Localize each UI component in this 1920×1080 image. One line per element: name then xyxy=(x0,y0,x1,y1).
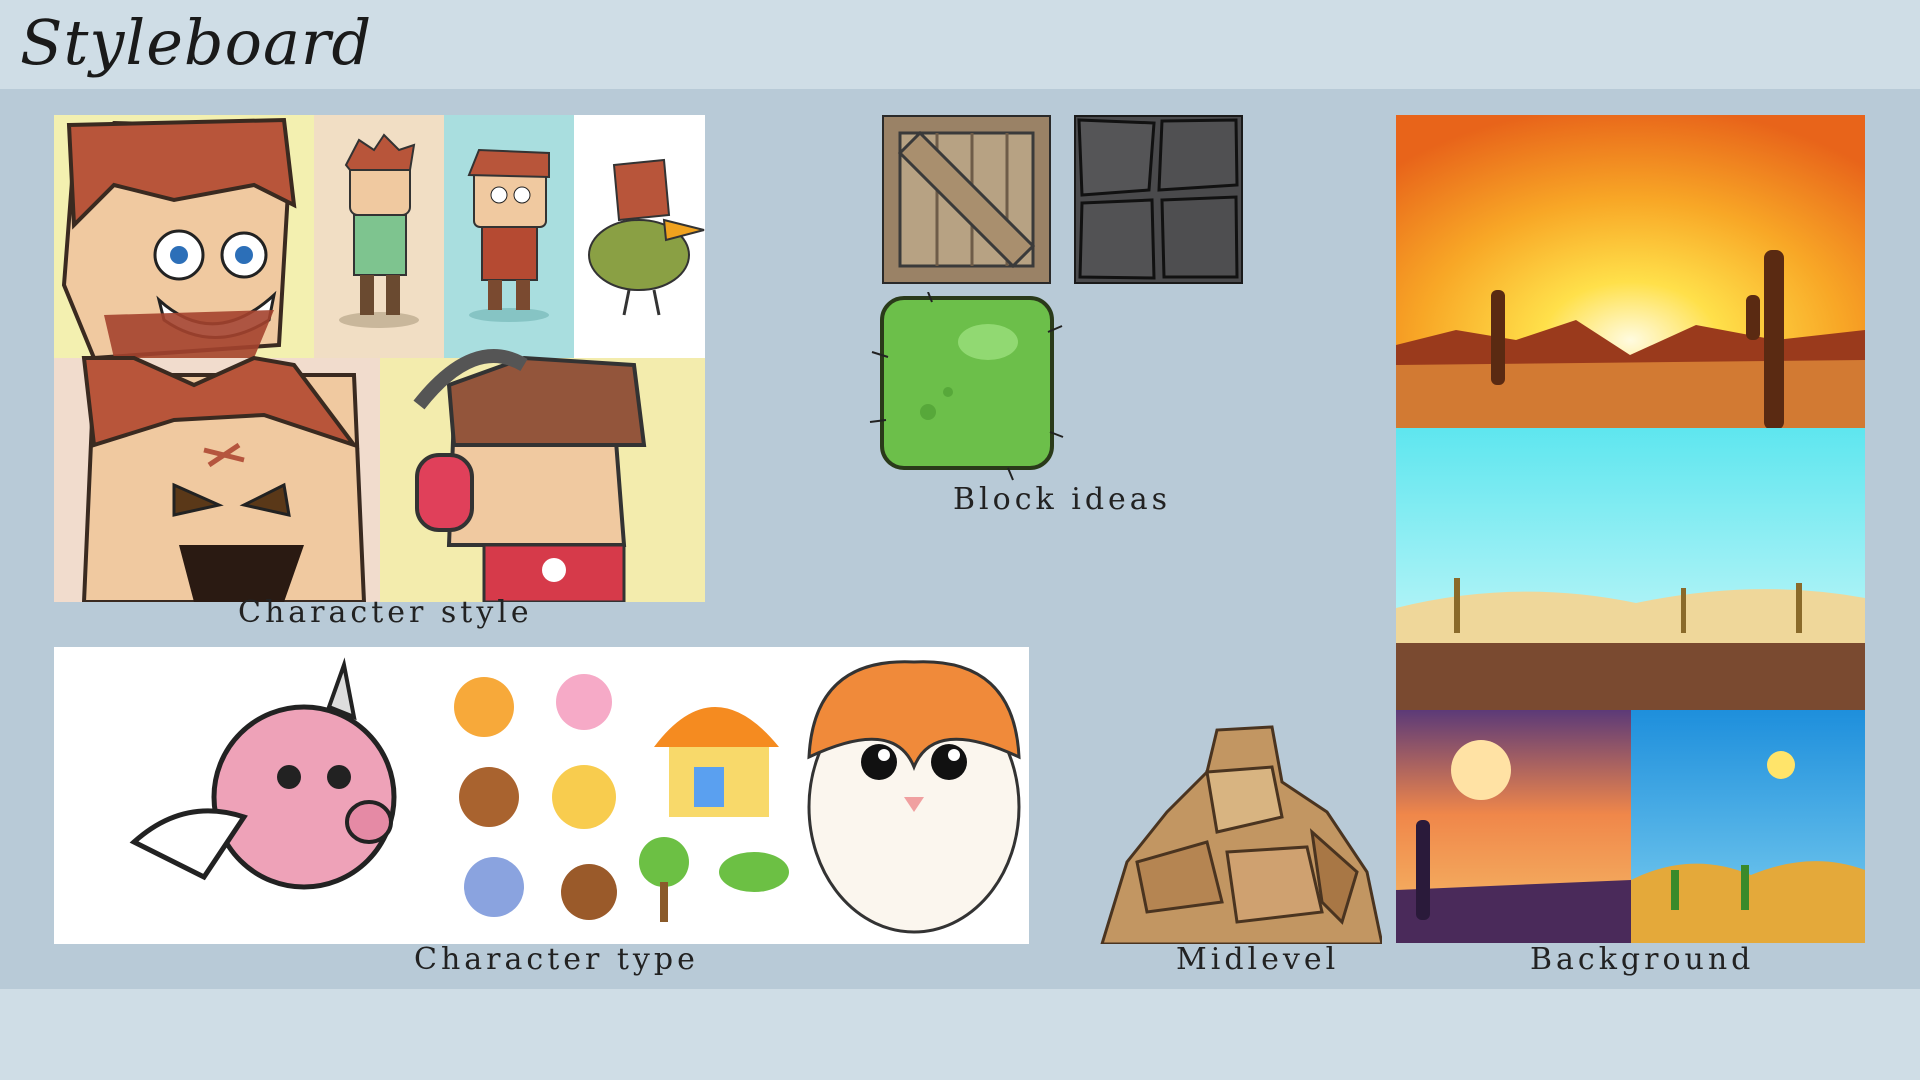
character-style-caption: Character style xyxy=(238,595,533,630)
header-bar: Styleboard xyxy=(0,0,1920,89)
stone-block xyxy=(1074,115,1243,284)
character-type-collage xyxy=(54,647,1029,944)
blue-sky-desert-background xyxy=(1631,710,1865,943)
footer-bar xyxy=(0,989,1920,1080)
character-type-caption: Character type xyxy=(414,942,699,977)
background-caption: Background xyxy=(1530,942,1755,977)
page-title: Styleboard xyxy=(20,6,373,79)
cartoon-desert-background xyxy=(1396,428,1865,710)
hamster-illustration xyxy=(807,660,1021,934)
sunset-desert-background xyxy=(1396,115,1865,428)
scarred-character-illustration xyxy=(81,355,367,602)
block-ideas-caption: Block ideas xyxy=(953,482,1172,517)
character-style-collage xyxy=(54,115,705,602)
rock-pile xyxy=(1097,722,1382,944)
smiling-character-illustration xyxy=(61,117,297,361)
midlevel-caption: Midlevel xyxy=(1176,942,1340,977)
grass-block xyxy=(868,292,1064,482)
sunset-flat-background xyxy=(1396,710,1631,943)
wooden-crate-block xyxy=(882,115,1051,284)
